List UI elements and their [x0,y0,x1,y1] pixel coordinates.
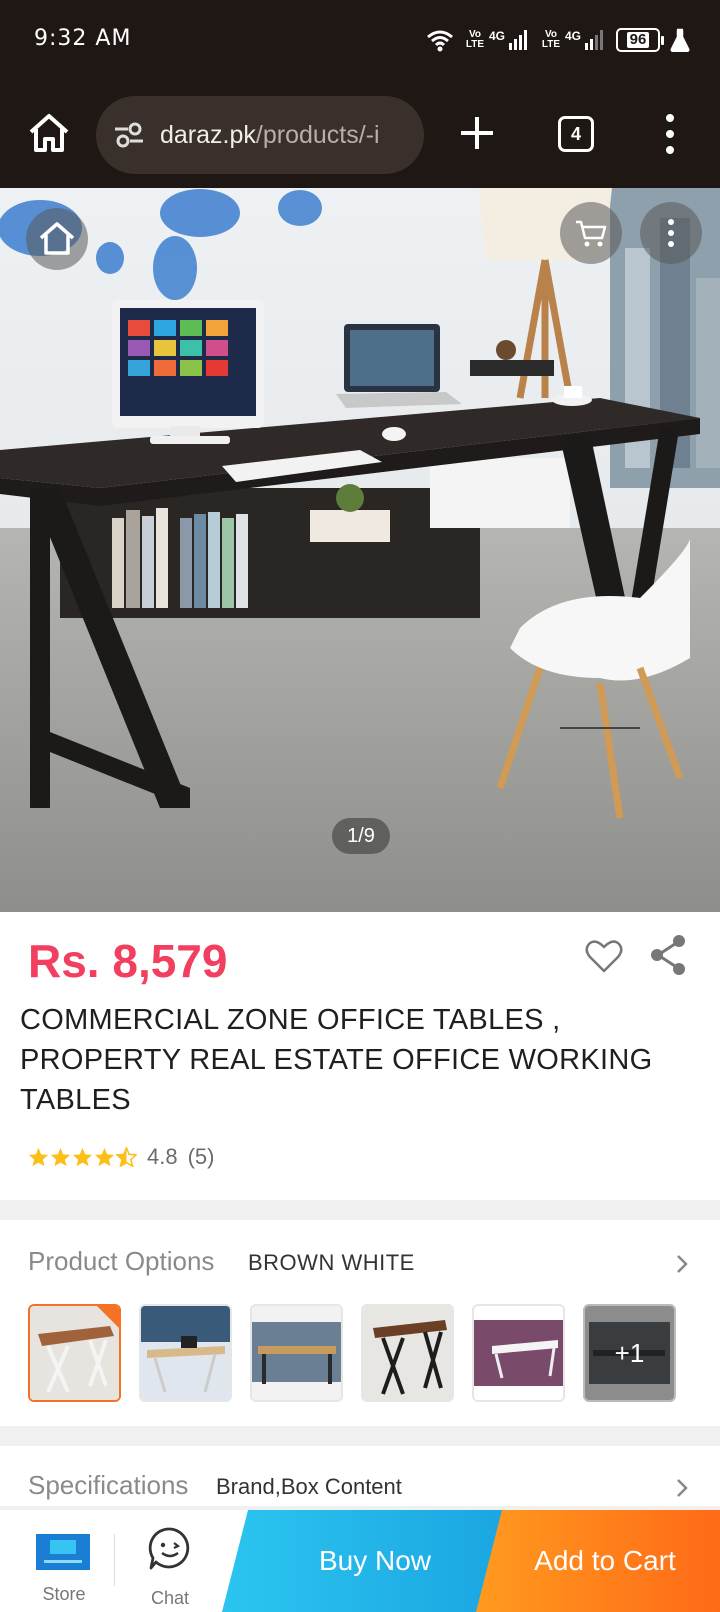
bottom-action-bar: Store Chat Buy Now Add to Cart [0,1510,720,1612]
share-icon[interactable] [648,934,688,976]
battery-level: 96 [626,32,650,48]
image-counter: 1/9 [332,818,390,854]
chat-icon [148,1527,190,1570]
option-thumbnail[interactable] [250,1304,343,1402]
cart-icon [576,220,607,247]
product-photo [0,188,720,912]
rating-stars [28,1147,137,1167]
site-settings-icon[interactable] [114,122,144,148]
browser-toolbar: daraz.pk/products/-i 4 [0,80,720,188]
store-logo-image [36,1534,90,1570]
tabs-icon[interactable]: 4 [558,116,594,152]
thumbnail-image [30,1306,119,1400]
star-icon [28,1147,49,1167]
wifi-icon [427,30,453,52]
rating-count: (5) [187,1144,215,1169]
chat-button[interactable]: Chat [138,1522,202,1608]
flask-icon [670,28,690,52]
store-label: Store [42,1584,86,1604]
signal-icon [585,30,603,50]
option-thumbnail-more[interactable]: +1 [583,1304,676,1402]
rating-value: 4.8 [147,1144,178,1169]
sim2-volte: Vo LTE [541,29,561,50]
thumbnail-image [252,1306,341,1400]
add-to-cart-button[interactable]: Add to Cart [476,1510,720,1612]
product-price: Rs. 8,579 [28,935,228,987]
option-thumbnail[interactable] [28,1304,121,1402]
sim1-volte: Vo LTE [465,29,485,50]
specifications-value: Brand,Box Content [216,1474,402,1499]
product-rating[interactable]: 4.8 (5) [28,1144,214,1170]
gallery-cart-button[interactable] [560,202,622,264]
sim2-network: 4G [564,29,581,43]
option-thumbnails: +1 [28,1304,676,1402]
thumbnail-image [363,1306,452,1400]
product-info-card: Rs. 8,579 COMMERCIAL ZONE OFFICE TABLES … [0,912,720,1200]
star-half-icon [116,1147,137,1167]
home-icon[interactable] [26,110,72,156]
status-time: 9:32 AM [34,26,132,51]
heart-icon[interactable] [584,936,624,976]
sim2-signal: Vo LTE 4G [540,29,606,51]
sim1-signal: Vo LTE 4G [464,29,530,51]
signal-icon [508,30,527,50]
store-logo [36,1534,90,1570]
thumbnail-image [141,1306,230,1400]
status-bar: 9:32 AM Vo LTE 4G Vo LTE 4G 96 [0,0,720,80]
store-button[interactable]: Store [28,1522,100,1604]
gallery-more-button[interactable] [640,202,702,264]
url-host: daraz.pk [160,120,256,149]
product-options-card[interactable]: Product Options BROWN WHITE +1 [0,1220,720,1426]
more-vert-icon[interactable] [660,112,680,156]
home-icon [39,222,75,255]
plus-icon[interactable] [458,114,496,152]
more-vert-icon [668,219,674,247]
option-thumbnail[interactable] [361,1304,454,1402]
battery-icon: 96 [616,28,664,52]
star-icon [72,1147,93,1167]
thumbnail-image [474,1306,563,1400]
specifications-label: Specifications [28,1470,189,1500]
product-image-gallery[interactable] [0,188,720,912]
status-icons: Vo LTE 4G Vo LTE 4G 96 [426,24,690,56]
more-thumbnails-count: +1 [585,1306,674,1400]
chevron-right-icon[interactable] [674,1252,690,1276]
sim1-network: 4G [488,29,505,43]
star-icon [50,1147,71,1167]
options-value: BROWN WHITE [248,1250,415,1275]
chat-label: Chat [150,1588,190,1608]
specifications-row[interactable]: Specifications Brand,Box Content [0,1446,720,1506]
product-title: COMMERCIAL ZONE OFFICE TABLES , PROPERTY… [20,1004,653,1116]
tab-count: 4 [570,123,581,144]
url-text[interactable]: daraz.pk/products/-i [160,121,380,150]
star-icon [94,1147,115,1167]
chevron-right-icon[interactable] [674,1476,690,1500]
gallery-home-button[interactable] [26,208,88,270]
divider [114,1534,115,1586]
options-label: Product Options [28,1246,215,1276]
address-bar[interactable]: daraz.pk/products/-i [96,96,424,174]
option-thumbnail[interactable] [139,1304,232,1402]
url-path: /products/-i [255,120,380,149]
page: 9:32 AM Vo LTE 4G Vo LTE 4G 96 daraz.pk/… [0,0,720,1612]
option-thumbnail[interactable] [472,1304,565,1402]
